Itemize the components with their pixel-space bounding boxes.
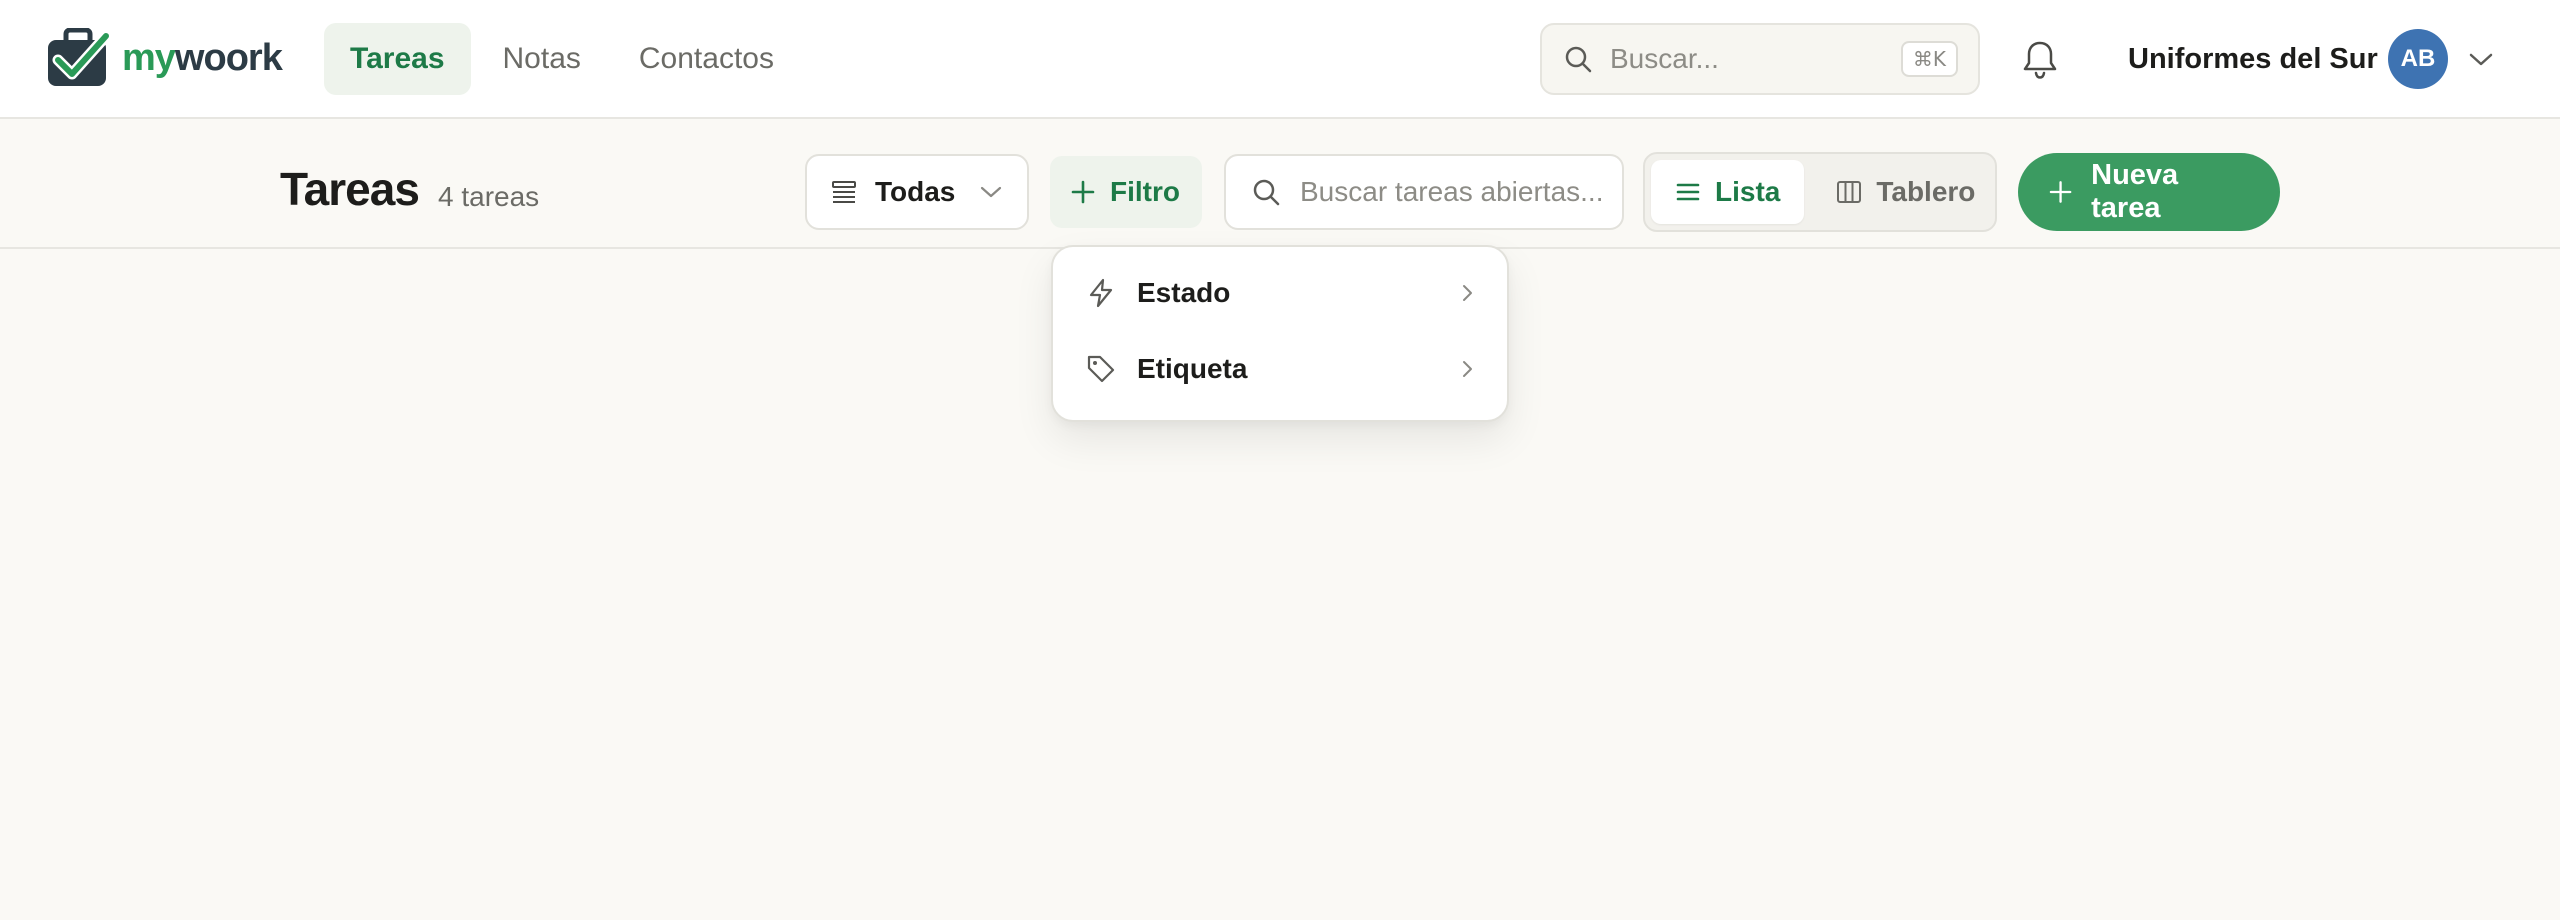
filter-button-label: Filtro (1110, 176, 1180, 207)
search-icon (1565, 46, 1592, 73)
tasks-toolbar: Tareas 4 tareas Todas Filtro Buscar tare… (0, 119, 2560, 249)
global-search[interactable]: ⌘K (1540, 23, 1980, 95)
tab-tareas[interactable]: Tareas (324, 23, 471, 95)
chevron-right-icon (1463, 361, 1472, 377)
filter-menu-item-label: Estado (1137, 277, 1231, 308)
chevron-down-icon[interactable] (2466, 48, 2496, 70)
bell-icon[interactable] (2020, 38, 2060, 80)
list-lines-icon (1676, 183, 1700, 201)
tab-notas[interactable]: Notas (477, 23, 607, 95)
avatar[interactable]: AB (2388, 29, 2448, 89)
tab-contactos[interactable]: Contactos (613, 23, 800, 95)
top-nav: mywoork Tareas Notas Contactos ⌘K Unifor… (0, 0, 2560, 119)
new-task-label: Nueva tarea (2091, 159, 2179, 224)
view-tablero-label: Tablero (1876, 176, 1976, 207)
page-title: Tareas (280, 163, 420, 215)
filter-menu-item-estado[interactable]: Estado (1053, 255, 1507, 331)
list-icon (832, 181, 856, 203)
logo[interactable]: mywoork (46, 28, 283, 88)
filter-menu: Estado Etiqueta (1051, 245, 1509, 422)
filter-button[interactable]: Filtro (1050, 156, 1202, 228)
briefcase-check-icon (48, 28, 110, 86)
view-tablero-button[interactable]: Tablero (1812, 160, 1999, 224)
filter-menu-item-label: Etiqueta (1137, 353, 1248, 384)
main-tabs: Tareas Notas Contactos (324, 23, 800, 95)
shortcut-badge: ⌘K (1900, 41, 1958, 77)
view-lista-button[interactable]: Lista (1651, 160, 1805, 224)
chevron-down-icon (980, 186, 1002, 198)
org-name[interactable]: Uniformes del Sur (2128, 40, 2378, 78)
logo-text: mywoork (122, 37, 283, 79)
plus-icon (1071, 180, 1095, 204)
global-search-input[interactable] (1610, 43, 1870, 75)
task-count: 4 tareas (438, 181, 540, 212)
filter-menu-item-etiqueta[interactable]: Etiqueta (1053, 331, 1507, 407)
view-lista-label: Lista (1715, 176, 1781, 207)
view-toggle: Lista Tablero (1643, 152, 1997, 232)
plus-icon (2049, 181, 2072, 203)
new-task-button[interactable]: Nueva tarea (2018, 153, 2280, 231)
scope-select-value: Todas (875, 176, 956, 207)
task-search-input[interactable] (1300, 176, 1610, 208)
scope-select[interactable]: Todas (805, 154, 1029, 230)
lightning-icon (1089, 278, 1113, 308)
tag-icon (1087, 355, 1115, 383)
columns-icon (1837, 181, 1862, 203)
chevron-right-icon (1463, 285, 1472, 301)
search-icon (1253, 179, 1280, 206)
task-search[interactable] (1224, 154, 1624, 230)
